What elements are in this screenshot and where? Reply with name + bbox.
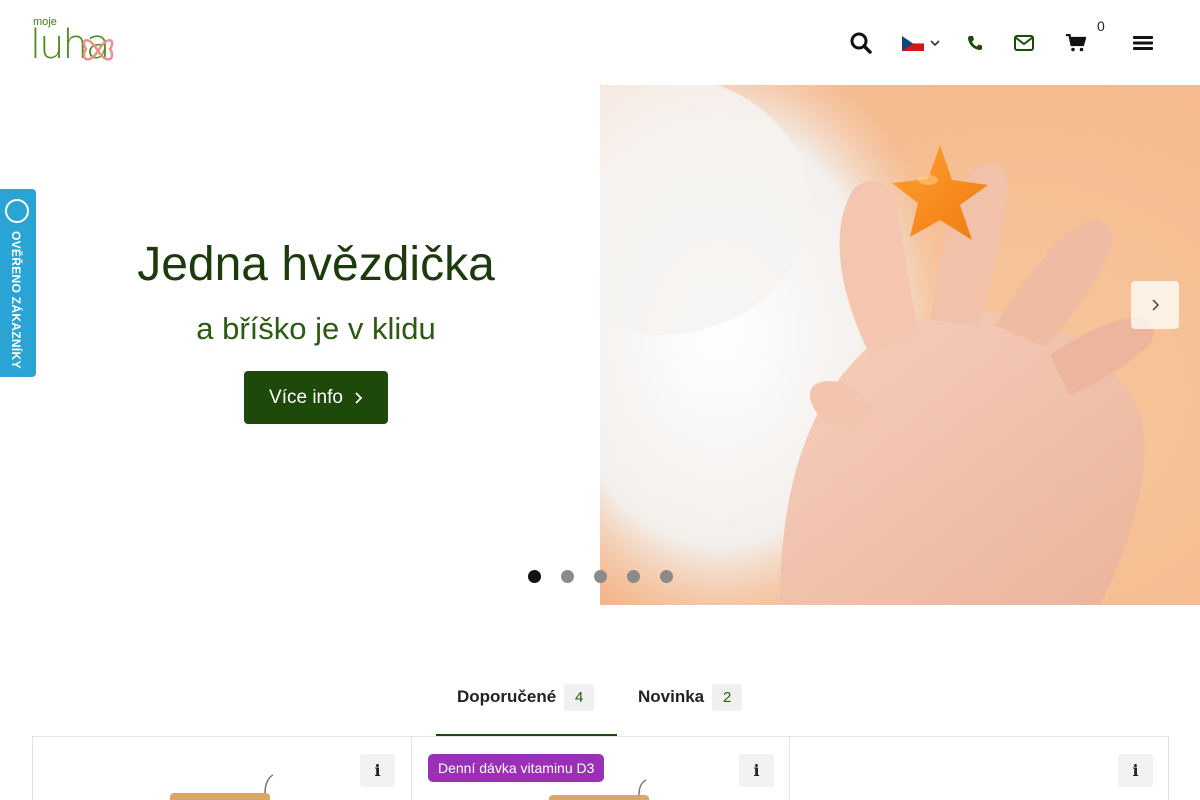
product-card[interactable]: i	[789, 737, 1169, 800]
hero-title: Jedna hvězdička	[137, 238, 495, 291]
tab-label: Doporučené	[457, 687, 557, 706]
slider-dot[interactable]	[561, 570, 574, 583]
product-image	[170, 774, 274, 800]
language-selector[interactable]	[902, 30, 942, 56]
product-tabs: Doporučené 4 Novinka 2	[0, 670, 1200, 737]
site-header: moje luha 0	[0, 0, 1200, 85]
slider-next-button[interactable]	[1131, 281, 1179, 329]
phone-icon[interactable]	[964, 30, 986, 56]
tab-count-badge: 2	[712, 684, 743, 711]
tab-label: Novinka	[638, 687, 705, 706]
more-info-button[interactable]: Více info	[244, 371, 388, 424]
butterfly-icon	[82, 39, 114, 61]
info-icon[interactable]: i	[360, 754, 395, 787]
cart-count-badge: 0	[1097, 18, 1105, 34]
slider-dot[interactable]	[528, 570, 541, 583]
tab-new[interactable]: Novinka 2	[617, 670, 777, 737]
verified-seal-icon	[5, 199, 29, 223]
product-card[interactable]: i	[32, 737, 411, 800]
slider-dot[interactable]	[594, 570, 607, 583]
hero-image	[600, 85, 1200, 605]
hero-subtitle: a bříško je v klidu	[196, 311, 436, 346]
chevron-right-icon	[1152, 299, 1160, 311]
product-card[interactable]: Denní dávka vitaminu D3 i	[411, 737, 790, 800]
cart-icon[interactable]	[1064, 30, 1088, 56]
slider-dot[interactable]	[627, 570, 640, 583]
mail-icon[interactable]	[1012, 30, 1036, 56]
chevron-down-icon	[930, 40, 940, 47]
menu-icon[interactable]	[1132, 30, 1154, 56]
czech-flag-icon	[902, 35, 924, 51]
verified-customers-tab[interactable]: OVĚŘENO ZÁKAZNÍKY	[0, 189, 36, 377]
hero-text-panel: Jedna hvězdička a bříško je v klidu Více…	[0, 85, 600, 605]
verified-customers-label: OVĚŘENO ZÁKAZNÍKY	[9, 231, 23, 369]
chevron-right-icon	[355, 391, 363, 404]
info-icon[interactable]: i	[739, 754, 774, 787]
more-info-label: Více info	[269, 386, 343, 408]
product-image	[549, 779, 649, 800]
info-icon[interactable]: i	[1118, 754, 1153, 787]
tab-count-badge: 4	[564, 684, 595, 711]
search-icon[interactable]	[848, 30, 874, 56]
slider-dots	[528, 570, 673, 583]
hero-slider: Jedna hvězdička a bříško je v klidu Více…	[0, 85, 1200, 605]
tab-recommended[interactable]: Doporučené 4	[436, 670, 617, 737]
slider-dot[interactable]	[660, 570, 673, 583]
logo[interactable]: moje luha	[30, 16, 120, 72]
product-grid: i Denní dávka vitaminu D3 i i	[32, 736, 1169, 800]
